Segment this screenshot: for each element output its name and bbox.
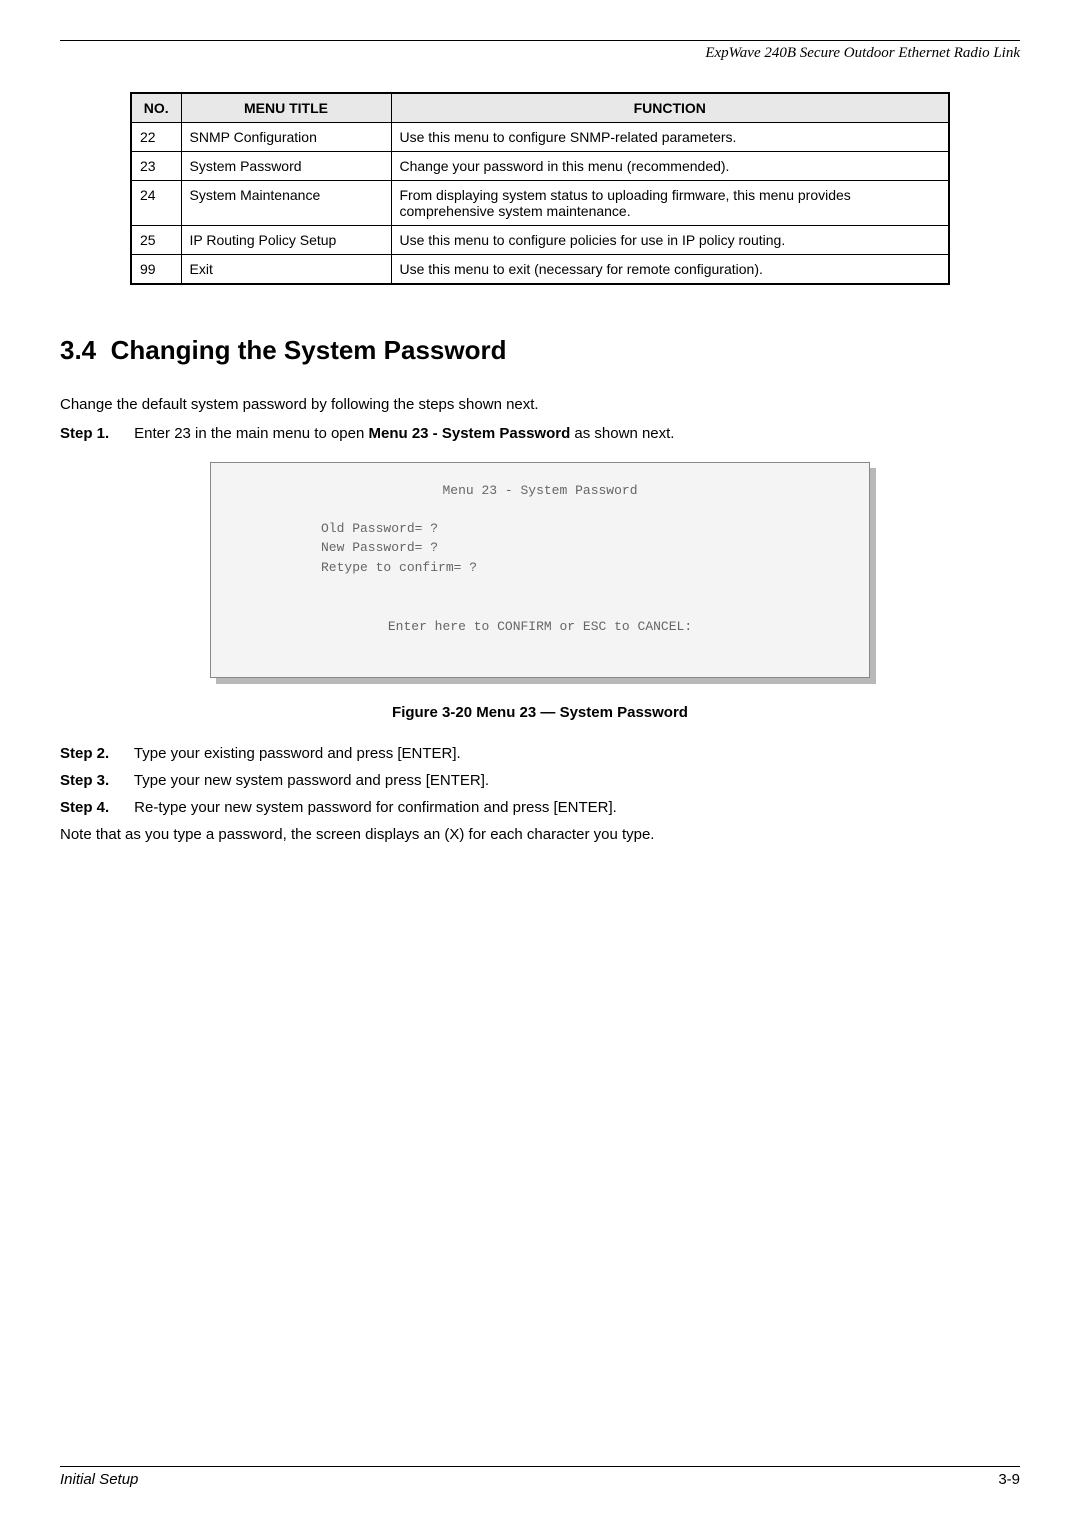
table-row: 24 System Maintenance From displaying sy…	[131, 181, 949, 226]
table-row: 22 SNMP Configuration Use this menu to c…	[131, 123, 949, 152]
step-3-text: Type your new system password and press …	[134, 772, 489, 789]
terminal-footer: Enter here to CONFIRM or ESC to CANCEL:	[241, 617, 839, 637]
cell-title: SNMP Configuration	[181, 123, 391, 152]
cell-title: System Maintenance	[181, 181, 391, 226]
cell-title: Exit	[181, 255, 391, 285]
terminal-line: Retype to confirm= ?	[321, 558, 839, 578]
th-function: FUNCTION	[391, 93, 949, 123]
th-menu-title: MENU TITLE	[181, 93, 391, 123]
section-title: Changing the System Password	[111, 335, 507, 365]
step-3: Step 3. Type your new system password an…	[60, 772, 1020, 789]
cell-no: 99	[131, 255, 181, 285]
step-2-text: Type your existing password and press [E…	[134, 745, 461, 762]
cell-no: 23	[131, 152, 181, 181]
footer-left: Initial Setup	[60, 1471, 138, 1488]
cell-no: 22	[131, 123, 181, 152]
cell-func: From displaying system status to uploadi…	[391, 181, 949, 226]
step-4: Step 4. Re-type your new system password…	[60, 799, 1020, 816]
step-2-label: Step 2.	[60, 745, 130, 762]
footer-divider	[60, 1466, 1020, 1467]
cell-no: 25	[131, 226, 181, 255]
cell-func: Change your password in this menu (recom…	[391, 152, 949, 181]
cell-title: System Password	[181, 152, 391, 181]
note-text: Note that as you type a password, the sc…	[60, 826, 1020, 843]
step-1-before: Enter 23 in the main menu to open	[134, 425, 368, 442]
terminal-body: Old Password= ? New Password= ? Retype t…	[321, 519, 839, 578]
footer: Initial Setup 3-9	[60, 1466, 1020, 1488]
step-1-after: as shown next.	[570, 425, 674, 442]
cell-no: 24	[131, 181, 181, 226]
menu-table: NO. MENU TITLE FUNCTION 22 SNMP Configur…	[130, 92, 950, 285]
step-4-text: Re-type your new system password for con…	[134, 799, 617, 816]
cell-func: Use this menu to configure policies for …	[391, 226, 949, 255]
terminal-box: Menu 23 - System Password Old Password= …	[210, 462, 870, 678]
terminal-box-wrap: Menu 23 - System Password Old Password= …	[210, 462, 870, 678]
cell-func: Use this menu to configure SNMP-related …	[391, 123, 949, 152]
footer-row: Initial Setup 3-9	[60, 1471, 1020, 1488]
step-2: Step 2. Type your existing password and …	[60, 745, 1020, 762]
step-1-label: Step 1.	[60, 425, 130, 442]
figure-caption: Figure 3-20 Menu 23 — System Password	[60, 704, 1020, 721]
terminal-line: Old Password= ?	[321, 519, 839, 539]
step-1: Step 1. Enter 23 in the main menu to ope…	[60, 425, 1020, 442]
step-3-label: Step 3.	[60, 772, 130, 789]
section-number: 3.4	[60, 335, 96, 365]
intro-text: Change the default system password by fo…	[60, 396, 1020, 413]
step-1-bold: Menu 23 - System Password	[369, 425, 571, 442]
table-header-row: NO. MENU TITLE FUNCTION	[131, 93, 949, 123]
table-row: 99 Exit Use this menu to exit (necessary…	[131, 255, 949, 285]
footer-right: 3-9	[998, 1471, 1020, 1488]
terminal-line: New Password= ?	[321, 538, 839, 558]
terminal-title: Menu 23 - System Password	[241, 481, 839, 501]
cell-title: IP Routing Policy Setup	[181, 226, 391, 255]
cell-func: Use this menu to exit (necessary for rem…	[391, 255, 949, 285]
th-no: NO.	[131, 93, 181, 123]
header-divider	[60, 40, 1020, 41]
section-heading: 3.4 Changing the System Password	[60, 335, 1020, 366]
table-row: 23 System Password Change your password …	[131, 152, 949, 181]
step-4-label: Step 4.	[60, 799, 130, 816]
header-doc-title: ExpWave 240B Secure Outdoor Ethernet Rad…	[60, 45, 1020, 62]
table-row: 25 IP Routing Policy Setup Use this menu…	[131, 226, 949, 255]
